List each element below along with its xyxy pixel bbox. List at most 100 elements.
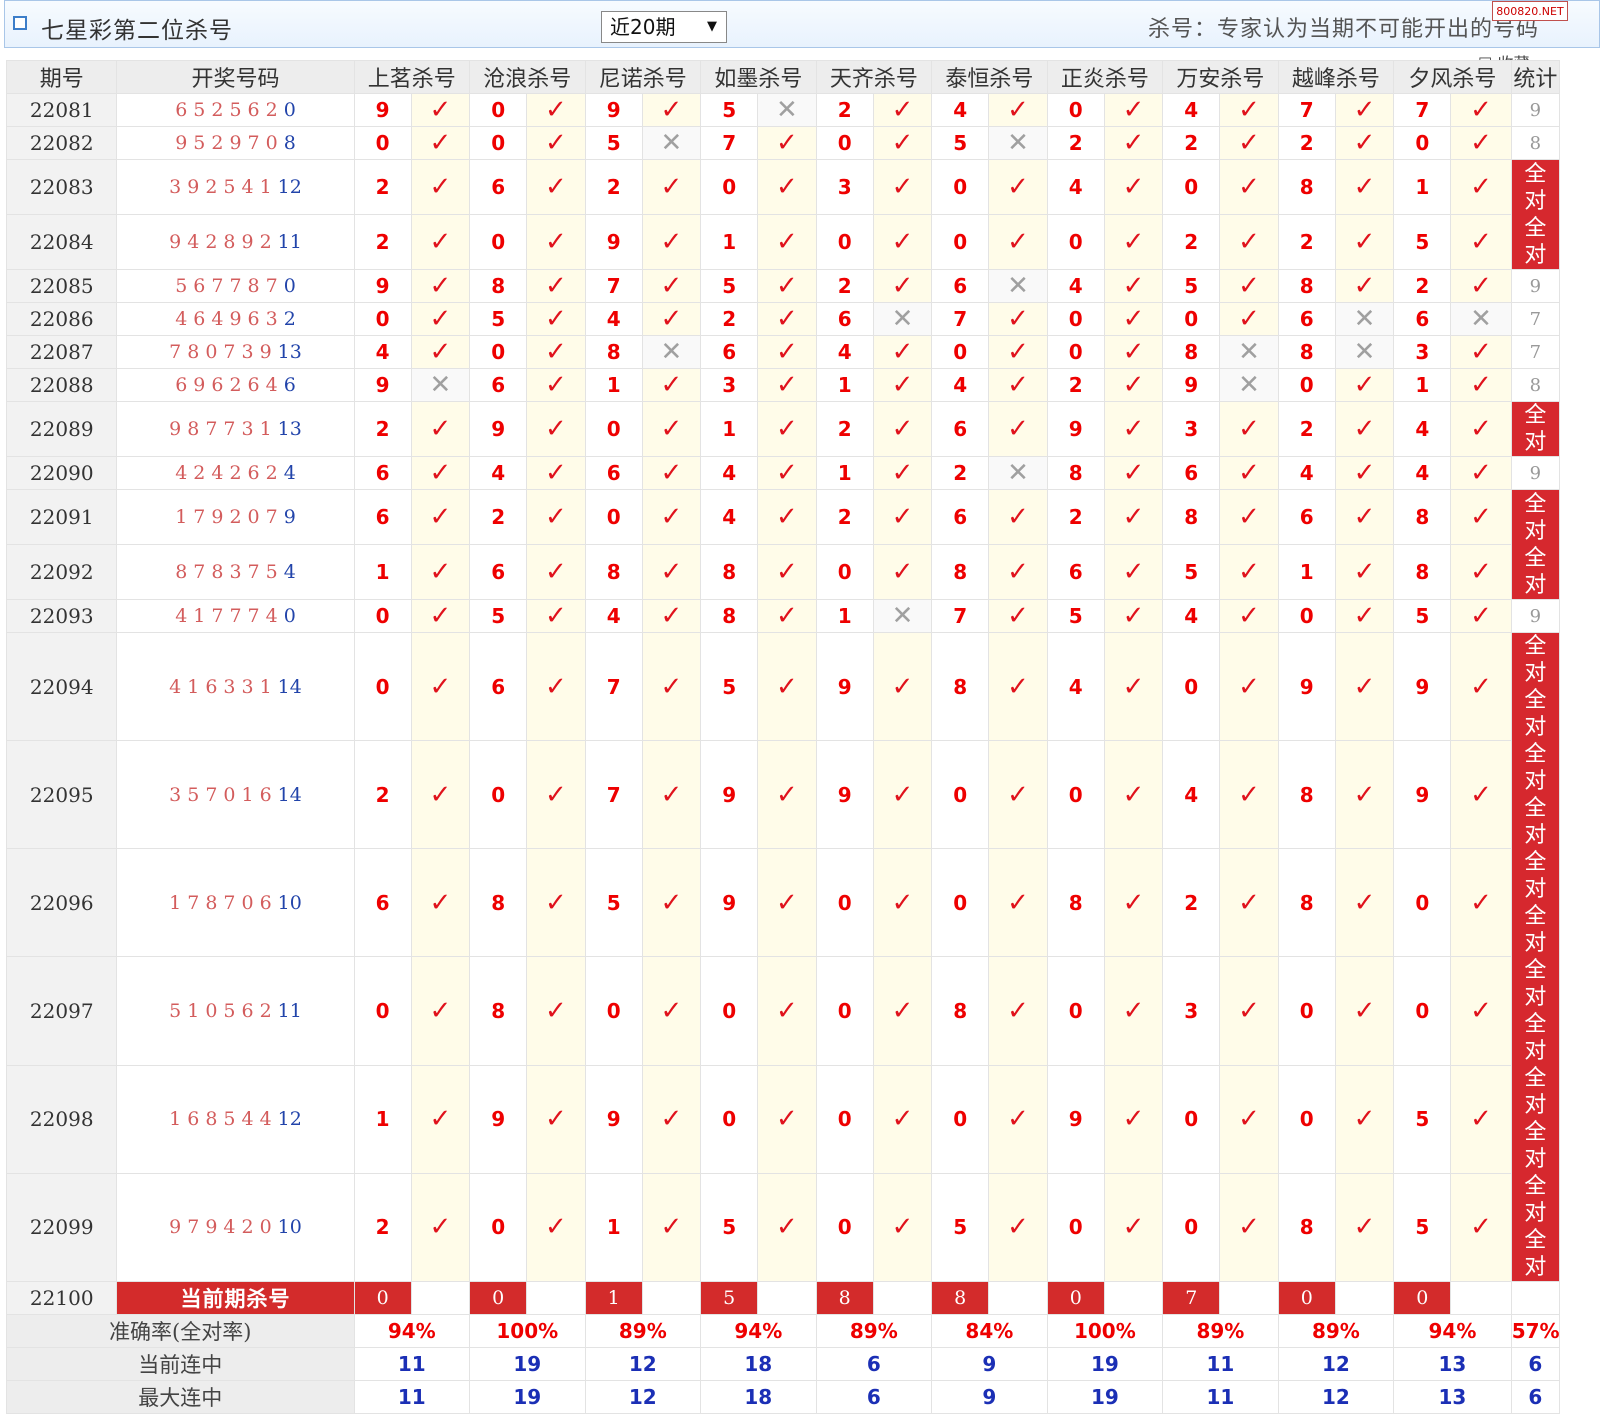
kill-number-cell: 9 <box>584 93 643 127</box>
check-icon: ✓ <box>1450 214 1512 270</box>
period-select[interactable]: 近20期 ▼ <box>601 11 727 43</box>
check-icon: ✓ <box>1219 302 1279 336</box>
draw-number-cell: 94289211 <box>116 214 355 270</box>
kill-number-cell: 4 <box>1393 456 1452 490</box>
draw-extra: 2 <box>283 308 296 330</box>
check-icon: ✓ <box>1103 1064 1164 1174</box>
table-row: 22099 97942010 2 ✓ 0 ✓ 1 ✓ 5 ✓ 0 ✓ 5 ✓ 0 ✓ 0 ✓ 8 ✓ 5 ✓ <box>5 1172 1560 1283</box>
stat-label: 准确率(全对率) <box>6 1314 355 1348</box>
stat-value: 89% <box>1162 1314 1279 1348</box>
all-correct-badge: 全对 <box>1510 401 1561 457</box>
kill-number-cell: 1 <box>584 368 643 402</box>
check-icon: ✓ <box>872 93 933 127</box>
draw-digits: 696264 <box>175 374 284 396</box>
kill-number-cell: 1 <box>815 599 874 633</box>
check-icon: ✓ <box>641 1064 702 1174</box>
period-select-value: 近20期 <box>610 15 676 39</box>
kill-number-cell: 8 <box>1277 1172 1336 1283</box>
period-cell: 22083 <box>5 159 118 215</box>
blank-cell <box>1103 1281 1164 1315</box>
kill-number-cell: 2 <box>353 740 412 850</box>
check-icon: ✓ <box>1334 368 1395 402</box>
table-row: 22088 6962646 9 ✕ 6 ✓ 1 ✓ 3 ✓ 1 ✓ 4 ✓ 2 ✓ 9 ✕ 0 ✓ 1 ✓ 8 <box>5 368 1561 402</box>
check-icon: ✓ <box>526 302 586 336</box>
check-icon: ✓ <box>1450 544 1512 600</box>
check-icon: ✓ <box>1334 456 1395 490</box>
blank-cell <box>1334 1281 1395 1315</box>
table-row: 22096 17870610 6 ✓ 8 ✓ 5 ✓ 9 ✓ 0 ✓ 0 ✓ 8 ✓ 2 ✓ 8 ✓ 0 ✓ <box>5 848 1560 958</box>
check-icon: ✓ <box>526 159 586 215</box>
check-icon: ✓ <box>641 456 702 490</box>
kill-number-cell: 0 <box>1162 159 1221 215</box>
cross-icon: ✕ <box>1219 368 1279 402</box>
check-icon: ✓ <box>1450 93 1512 127</box>
stat-value: 12 <box>1277 1380 1395 1414</box>
kill-number-cell: 2 <box>815 269 874 303</box>
check-icon: ✓ <box>757 126 817 160</box>
table-header: 期号 开奖号码 上茗杀号 沧浪杀号 尼诺杀号 如墨杀号 天齐杀号 泰恒杀号 正炎杀号 万安杀号 越峰… <box>5 60 1561 94</box>
kill-number-cell: 0 <box>1277 956 1336 1066</box>
kill-number-cell: 8 <box>700 599 759 633</box>
check-icon: ✓ <box>757 214 817 270</box>
check-icon: ✓ <box>641 269 702 303</box>
stat-value: 13 <box>1393 1347 1512 1381</box>
column-header: 夕风杀号 <box>1393 60 1512 94</box>
period-cell: 22093 <box>5 599 118 633</box>
kill-number-cell: 5 <box>584 126 643 160</box>
check-icon: ✓ <box>872 159 933 215</box>
check-icon: ✓ <box>1219 956 1279 1066</box>
column-header: 统计 <box>1510 60 1561 94</box>
table-row: 22084 94289211 2 ✓ 0 ✓ 9 ✓ 1 ✓ 0 ✓ 0 ✓ 0 ✓ 2 ✓ 2 ✓ 5 ✓ <box>5 214 1560 270</box>
kill-number-cell: 4 <box>353 335 412 369</box>
draw-number-cell: 4649632 <box>116 302 355 336</box>
kill-number-cell: 0 <box>931 335 990 369</box>
check-icon: ✓ <box>1450 489 1512 545</box>
stat-value: 18 <box>700 1347 817 1381</box>
cross-icon: ✕ <box>1450 302 1512 336</box>
draw-extra: 10 <box>277 891 302 914</box>
draw-extra: 0 <box>283 275 296 297</box>
check-icon: ✓ <box>526 214 586 270</box>
kill-number-cell: 4 <box>469 456 528 490</box>
check-icon: ✓ <box>1450 631 1512 742</box>
check-icon: ✓ <box>757 335 817 369</box>
check-icon: ✓ <box>410 214 471 270</box>
kill-number-cell: 4 <box>1162 599 1221 633</box>
check-icon: ✓ <box>1334 1172 1395 1283</box>
check-icon: ✓ <box>526 599 586 633</box>
check-icon: ✓ <box>757 544 817 600</box>
check-icon: ✓ <box>1450 1064 1512 1174</box>
check-icon: ✓ <box>1103 631 1164 742</box>
check-icon: ✓ <box>988 1064 1048 1174</box>
kill-number-cell: 4 <box>700 456 759 490</box>
draw-extra: 13 <box>277 341 302 363</box>
stat-value: 18 <box>700 1380 817 1414</box>
kill-number-cell: 2 <box>353 159 412 215</box>
current-kill-number: 0 <box>469 1281 528 1315</box>
cross-icon: ✕ <box>1334 302 1395 336</box>
checkbox-icon[interactable] <box>13 16 27 30</box>
check-icon: ✓ <box>410 456 471 490</box>
cross-icon: ✕ <box>988 269 1048 303</box>
draw-extra: 6 <box>283 374 296 396</box>
kill-number-cell: 8 <box>1277 848 1336 958</box>
check-icon: ✓ <box>410 631 471 742</box>
kill-number-cell: 2 <box>584 159 643 215</box>
check-icon: ✓ <box>1103 368 1164 402</box>
check-icon: ✓ <box>872 848 933 958</box>
check-icon: ✓ <box>641 599 702 633</box>
blank-cell <box>872 1281 933 1315</box>
kill-number-cell: 0 <box>469 93 528 127</box>
check-icon: ✓ <box>872 126 933 160</box>
kill-number-cell: 3 <box>1162 956 1221 1066</box>
all-correct-badge: 全对全对 <box>1510 159 1561 270</box>
table-row: 22094 41633114 0 ✓ 6 ✓ 7 ✓ 5 ✓ 9 ✓ 8 ✓ 4 ✓ 0 ✓ 9 ✓ 9 ✓ 全对全对全对全… <box>5 631 1561 1282</box>
check-icon: ✓ <box>641 401 702 457</box>
table-row: 22082 9529708 0 ✓ 0 ✓ 5 ✕ 7 ✓ 0 ✓ 5 ✕ 2 ✓ 2 ✓ 2 ✓ 0 ✓ 8 <box>5 126 1561 160</box>
check-icon: ✓ <box>1103 93 1164 127</box>
all-correct-badge: 全对全对全对全对全对全对全对全对全对全对全对全对 <box>1510 632 1561 1282</box>
kill-number-cell: 1 <box>1277 544 1336 600</box>
kill-number-cell: 0 <box>1162 631 1221 742</box>
check-icon: ✓ <box>1334 848 1395 958</box>
kill-number-cell: 0 <box>469 335 528 369</box>
